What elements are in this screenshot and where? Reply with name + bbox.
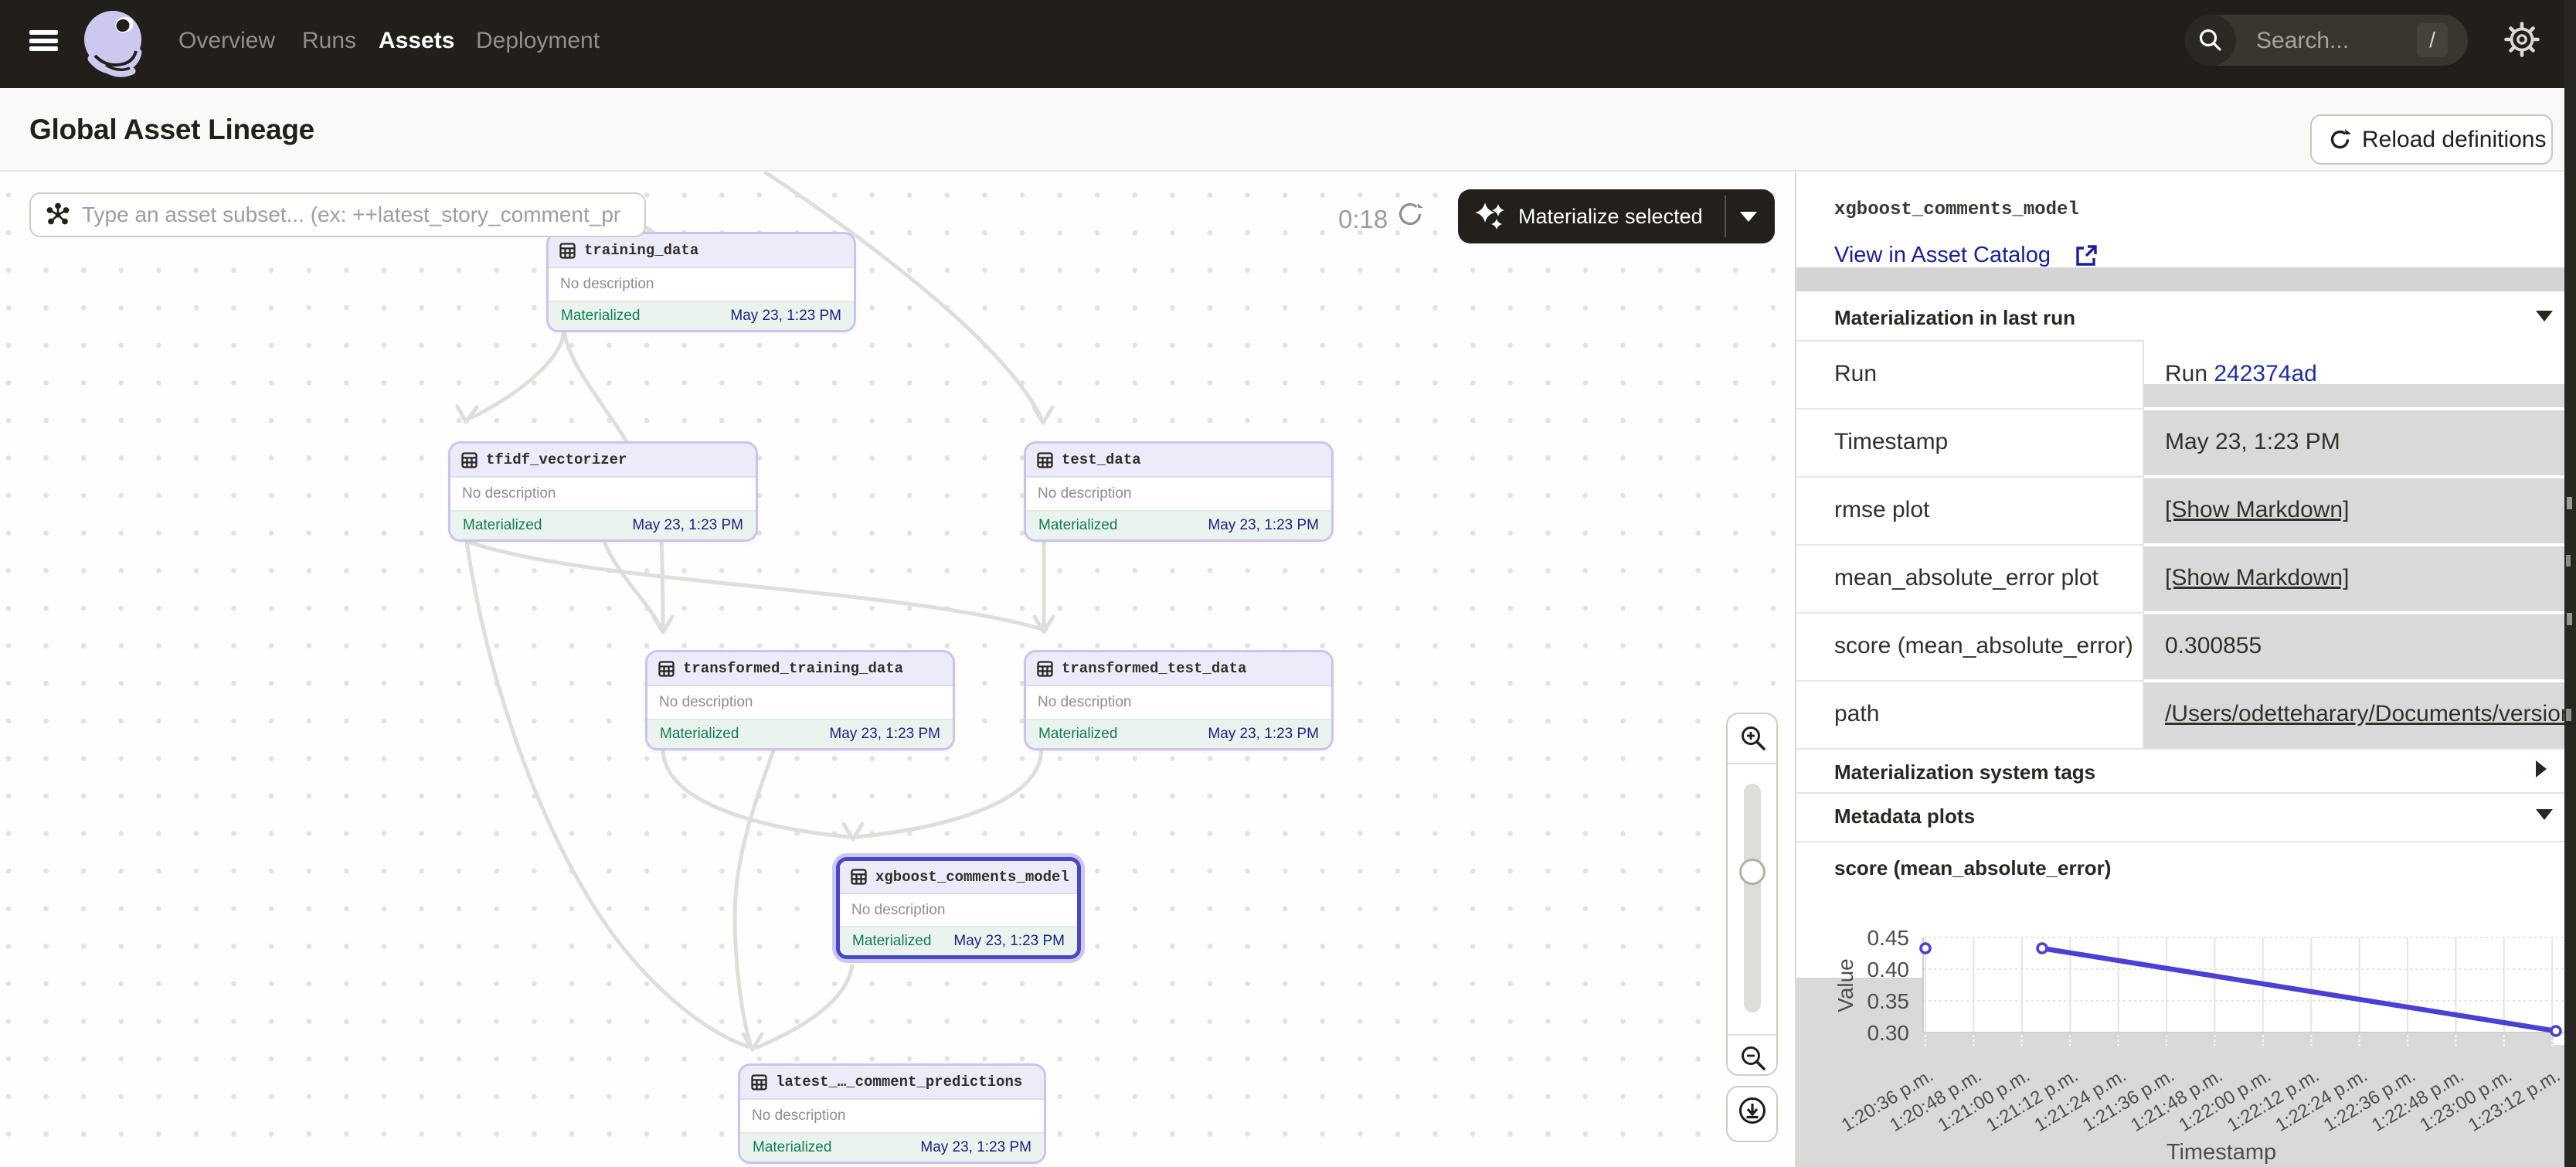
svg-text:0.35: 0.35 <box>1867 989 1910 1013</box>
svg-text:0.40: 0.40 <box>1867 958 1910 982</box>
svg-text:0.30: 0.30 <box>1867 1021 1910 1045</box>
svg-text:0.45: 0.45 <box>1867 926 1910 950</box>
svg-text:Value: Value <box>1833 958 1857 1012</box>
svg-text:Timestamp: Timestamp <box>2166 1140 2276 1165</box>
